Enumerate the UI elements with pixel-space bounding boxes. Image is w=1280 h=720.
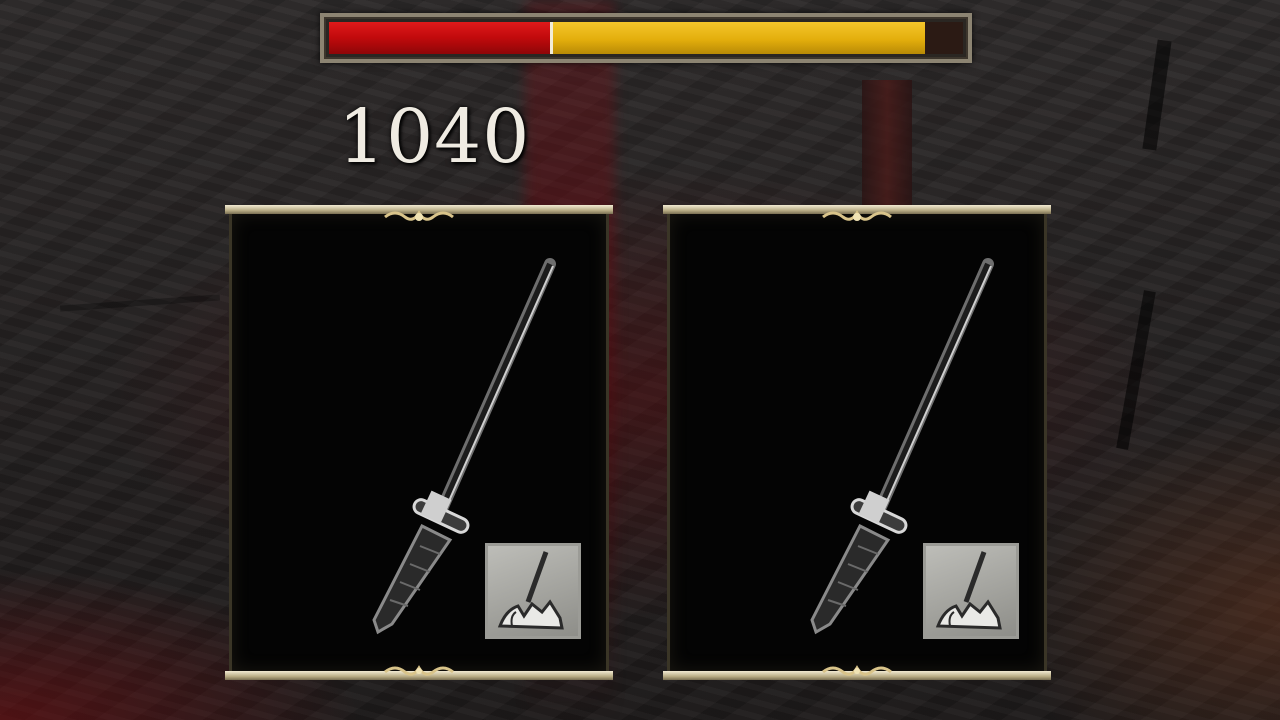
weapon-card-1[interactable] <box>225 205 613 680</box>
health-bar <box>320 13 972 63</box>
card-ornament-bottom <box>822 665 892 676</box>
health-bar-yellow-segment <box>550 22 925 54</box>
card-ornament-top <box>822 210 892 221</box>
card-body <box>667 214 1047 671</box>
score-counter: 1040 <box>338 94 531 180</box>
health-bar-track <box>329 22 963 54</box>
card-ornament-top <box>384 210 454 221</box>
health-bar-divider <box>549 22 553 54</box>
card-body <box>229 214 609 671</box>
stone-wall-background <box>0 0 1280 720</box>
health-bar-red-segment <box>329 22 551 54</box>
hand-grab-icon <box>923 543 1019 639</box>
weapon-card-2[interactable] <box>663 205 1051 680</box>
hand-grab-icon <box>485 543 581 639</box>
background-pillar <box>862 80 912 220</box>
card-ornament-bottom <box>384 665 454 676</box>
